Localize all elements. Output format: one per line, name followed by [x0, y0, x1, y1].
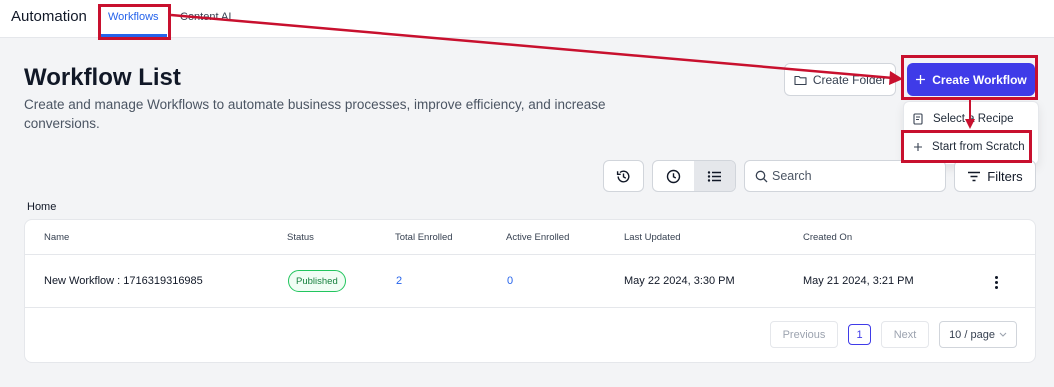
page-size-label: 10 / page — [949, 328, 995, 341]
create-folder-button[interactable]: Create Folder — [784, 63, 896, 96]
column-header-status[interactable]: Status — [287, 232, 314, 243]
breadcrumb[interactable]: Home — [27, 201, 56, 213]
annotation-highlight-start-from-scratch — [901, 130, 1032, 163]
list-icon — [707, 170, 721, 182]
search-field[interactable] — [744, 160, 946, 192]
menu-item-select-recipe[interactable]: Select a Recipe — [904, 105, 1040, 133]
table-header: Name Status Total Enrolled Active Enroll… — [25, 220, 1035, 255]
history-icon — [616, 169, 630, 182]
annotation-highlight-workflows-tab — [98, 4, 171, 40]
search-input[interactable] — [772, 169, 932, 183]
column-header-active-enrolled[interactable]: Active Enrolled — [506, 232, 569, 243]
pagination-next-button[interactable]: Next — [881, 321, 929, 348]
history-button[interactable] — [603, 160, 644, 192]
annotation-highlight-create-workflow — [901, 55, 1038, 100]
clock-icon — [666, 169, 681, 183]
workflow-name[interactable]: New Workflow : 1716319316985 — [44, 275, 203, 287]
view-list-toggle[interactable] — [694, 161, 735, 191]
page-size-select[interactable]: 10 / page — [939, 321, 1017, 348]
menu-item-label: Select a Recipe — [933, 113, 1014, 125]
filter-icon — [968, 171, 981, 181]
search-icon — [755, 170, 768, 182]
column-header-total-enrolled[interactable]: Total Enrolled — [395, 232, 453, 243]
row-actions-menu-icon[interactable] — [989, 270, 1003, 294]
workflow-table-card: Name Status Total Enrolled Active Enroll… — [24, 219, 1036, 363]
table-row[interactable]: New Workflow : 1716319316985 Published 2… — [25, 256, 1035, 308]
view-timeline-toggle[interactable] — [653, 161, 694, 191]
page-description: Create and manage Workflows to automate … — [24, 97, 606, 131]
filters-label: Filters — [987, 168, 1023, 184]
active-enrolled-link[interactable]: 0 — [507, 275, 513, 287]
chevron-down-icon — [999, 332, 1007, 337]
column-header-last-updated[interactable]: Last Updated — [624, 232, 681, 243]
last-updated-value: May 22 2024, 3:30 PM — [624, 275, 735, 287]
filters-button[interactable]: Filters — [954, 160, 1036, 192]
view-toggle-group — [652, 160, 736, 192]
total-enrolled-link[interactable]: 2 — [396, 275, 402, 287]
status-badge: Published — [288, 270, 346, 292]
tab-content-ai[interactable]: Content AI — [180, 11, 231, 23]
pagination-page-1[interactable]: 1 — [848, 324, 871, 345]
column-header-created-on[interactable]: Created On — [803, 232, 852, 243]
app-title: Automation — [11, 8, 87, 25]
column-header-name[interactable]: Name — [44, 232, 69, 243]
created-on-value: May 21 2024, 3:21 PM — [803, 275, 914, 287]
recipe-icon — [913, 113, 923, 125]
create-folder-label: Create Folder — [812, 72, 887, 87]
folder-icon — [794, 75, 807, 85]
page-title: Workflow List — [24, 64, 181, 91]
pagination-previous-button[interactable]: Previous — [770, 321, 838, 348]
